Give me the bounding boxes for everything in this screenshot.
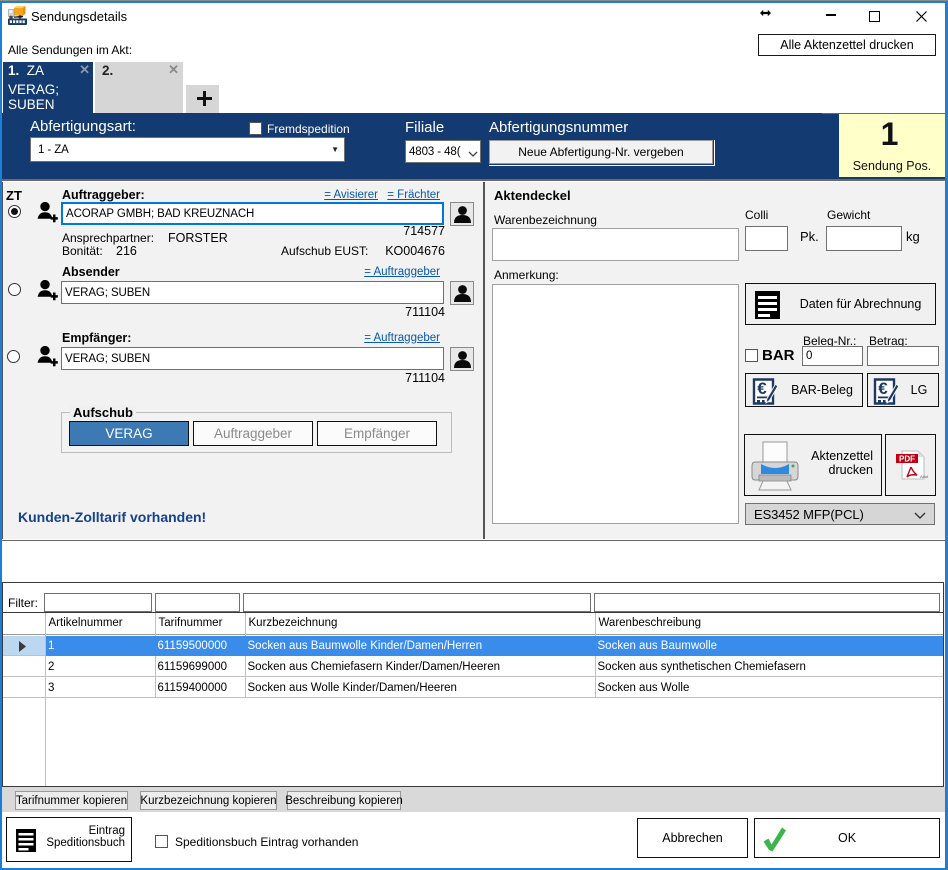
svg-text:Adobe: Adobe	[920, 474, 928, 479]
svg-text:€: €	[878, 379, 888, 398]
svg-text:€: €	[757, 379, 767, 398]
svg-text:PDF: PDF	[899, 455, 915, 464]
